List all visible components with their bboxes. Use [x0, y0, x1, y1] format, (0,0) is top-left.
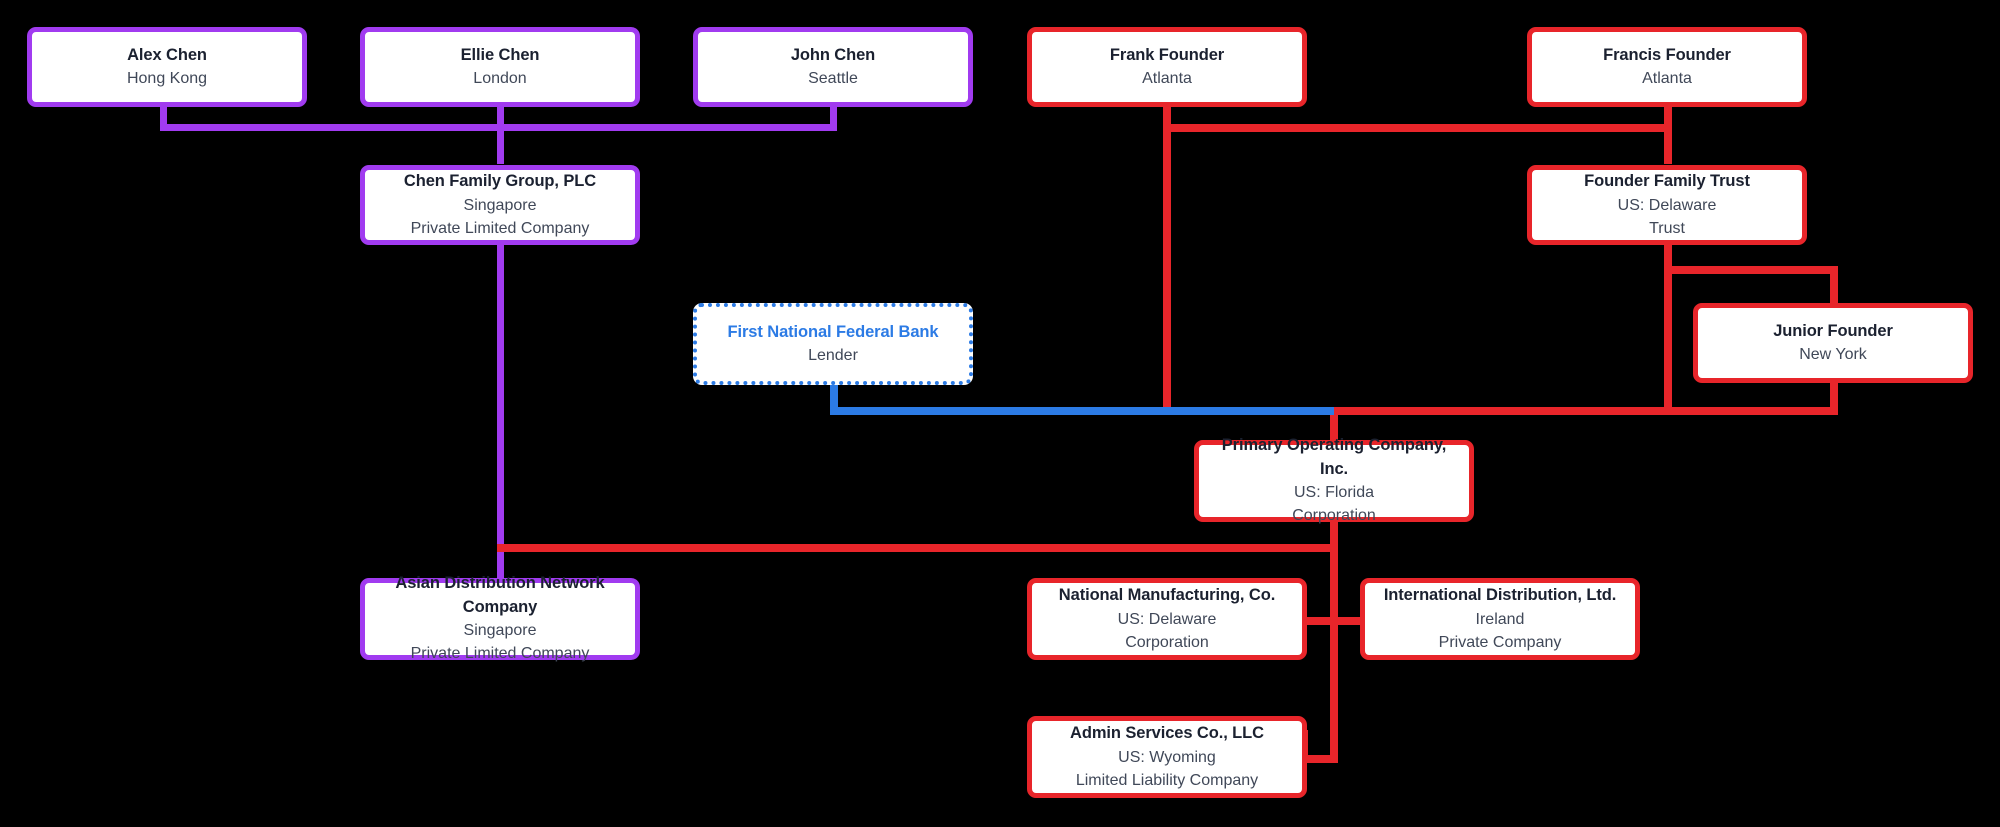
node-title: Ellie Chen: [460, 45, 540, 64]
node-title: Francis Founder: [1603, 45, 1731, 64]
node-detail-line: Singapore: [463, 622, 537, 640]
node-title: Frank Founder: [1109, 45, 1225, 64]
node-title: First National Federal Bank: [727, 322, 939, 341]
node-international-distribution[interactable]: International Distribution, Ltd. Ireland…: [1360, 578, 1640, 660]
node-detail-line: Private Company: [1438, 633, 1562, 651]
edge-bank-across: [830, 407, 1334, 415]
node-detail-line: Trust: [1649, 219, 1685, 237]
node-title: International Distribution, Ltd.: [1383, 586, 1617, 605]
node-detail-line: New York: [1799, 346, 1867, 364]
node-detail-line: Lender: [808, 347, 858, 365]
edge-founder-bus: [1163, 124, 1672, 132]
node-ellie-chen[interactable]: Ellie Chen London: [360, 27, 640, 107]
edge-chen-group-to-asian: [497, 245, 504, 583]
edge-poc-to-asian-bus: [497, 544, 1338, 552]
node-detail-line: Limited Liability Company: [1075, 771, 1259, 789]
node-founder-family-trust[interactable]: Founder Family Trust US: Delaware Trust: [1527, 165, 1807, 245]
node-detail-line: Seattle: [808, 70, 858, 88]
node-detail-line: Private Limited Company: [410, 219, 590, 237]
node-title: Primary Operating Company, Inc.: [1221, 436, 1447, 478]
edge-founder-bus-to-trust: [1664, 124, 1672, 164]
node-title: John Chen: [790, 45, 876, 64]
node-alex-chen[interactable]: Alex Chen Hong Kong: [27, 27, 307, 107]
node-asian-distribution-network[interactable]: Asian Distribution Network Company Singa…: [360, 574, 640, 662]
node-detail-line: US: Delaware: [1617, 196, 1717, 214]
node-title: Junior Founder: [1773, 321, 1893, 340]
edge-trust-across-to-junior: [1664, 266, 1838, 274]
node-detail-line: Atlanta: [1142, 70, 1192, 88]
org-chart-canvas: Alex Chen Hong Kong Ellie Chen London Jo…: [0, 0, 2000, 827]
node-title: Asian Distribution Network Company: [395, 574, 605, 616]
node-detail-line: US: Delaware: [1117, 610, 1217, 628]
node-detail-line: US: Wyoming: [1118, 748, 1216, 766]
node-detail-line: Corporation: [1292, 507, 1376, 525]
node-title: Chen Family Group, PLC: [403, 172, 597, 191]
edge-trust-drop-into-junior: [1830, 266, 1838, 306]
node-detail-line: London: [473, 70, 527, 88]
node-primary-operating-company[interactable]: Primary Operating Company, Inc. US: Flor…: [1194, 436, 1474, 524]
node-junior-founder[interactable]: Junior Founder New York: [1693, 303, 1973, 383]
node-national-manufacturing[interactable]: National Manufacturing, Co. US: Delaware…: [1027, 578, 1307, 660]
node-detail-line: Singapore: [463, 196, 537, 214]
edge-trust-to-poc-bus: [1664, 266, 1672, 414]
node-francis-founder[interactable]: Francis Founder Atlanta: [1527, 27, 1807, 107]
node-frank-founder[interactable]: Frank Founder Atlanta: [1027, 27, 1307, 107]
node-detail-line: Private Limited Company: [410, 645, 590, 663]
node-admin-services[interactable]: Admin Services Co., LLC US: Wyoming Limi…: [1027, 716, 1307, 798]
edge-poc-down-trunk: [1330, 522, 1338, 762]
node-detail-line: Corporation: [1125, 633, 1209, 651]
edge-frank-founder-to-poc-bus: [1163, 124, 1171, 414]
node-chen-family-group[interactable]: Chen Family Group, PLC Singapore Private…: [360, 165, 640, 245]
node-john-chen[interactable]: John Chen Seattle: [693, 27, 973, 107]
node-title: Founder Family Trust: [1584, 172, 1750, 191]
node-detail-line: Atlanta: [1642, 70, 1692, 88]
edge-chen-bus-to-group: [497, 124, 504, 164]
node-detail-line: US: Florida: [1293, 484, 1375, 502]
node-title: Alex Chen: [127, 45, 207, 64]
node-first-national-federal-bank[interactable]: First National Federal Bank Lender: [693, 303, 973, 385]
node-detail-line: Hong Kong: [126, 70, 208, 88]
node-detail-line: Ireland: [1475, 610, 1525, 628]
node-title: National Manufacturing, Co.: [1058, 586, 1276, 605]
node-title: Admin Services Co., LLC: [1070, 724, 1264, 743]
